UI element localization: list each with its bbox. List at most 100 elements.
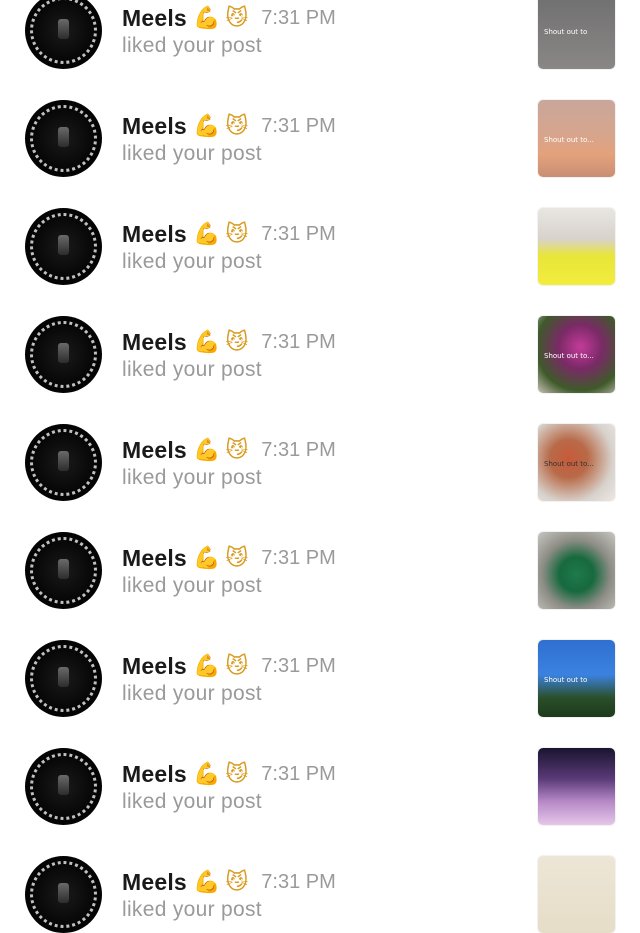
username[interactable]: Meels (122, 545, 187, 572)
notification-row[interactable]: Meels 💪 😼 7:31 PM liked your post Shout … (0, 0, 640, 69)
flexed-biceps-emoji: 💪 (192, 437, 221, 463)
notification-row[interactable]: Meels 💪 😼 7:31 PM liked your post (0, 710, 640, 825)
notification-text: Meels 💪 😼 7:31 PM liked your post (122, 434, 336, 490)
post-thumbnail[interactable]: Shout out to (538, 0, 615, 69)
username[interactable]: Meels (122, 437, 187, 464)
action-text: liked your post (122, 574, 262, 597)
notification-row[interactable]: Meels 💪 😼 7:31 PM liked your post Shout … (0, 278, 640, 393)
cat-emoji: 😼 (225, 437, 249, 463)
thumbnail-caption: Shout out to... (544, 352, 594, 360)
cat-emoji: 😼 (225, 869, 249, 895)
notification-text: Meels 💪 😼 7:31 PM liked your post (122, 758, 336, 814)
post-thumbnail[interactable] (538, 532, 615, 609)
notification-text: Meels 💪 😼 7:31 PM liked your post (122, 110, 336, 166)
flexed-biceps-emoji: 💪 (192, 869, 221, 895)
avatar[interactable] (25, 208, 102, 285)
flexed-biceps-emoji: 💪 (192, 5, 221, 31)
username[interactable]: Meels (122, 653, 187, 680)
post-thumbnail[interactable] (538, 856, 615, 933)
action-text: liked your post (122, 250, 262, 273)
cat-emoji: 😼 (225, 5, 249, 31)
thumbnail-caption: Shout out to... (544, 460, 594, 468)
notification-text: Meels 💪 😼 7:31 PM liked your post (122, 326, 336, 382)
notification-text: Meels 💪 😼 7:31 PM liked your post (122, 866, 336, 922)
notification-row[interactable]: Meels 💪 😼 7:31 PM liked your post (0, 818, 640, 933)
notification-row[interactable]: Meels 💪 😼 7:31 PM liked your post Shout … (0, 602, 640, 717)
notification-header: Meels 💪 😼 7:31 PM (122, 218, 336, 250)
flexed-biceps-emoji: 💪 (192, 221, 221, 247)
post-thumbnail[interactable]: Shout out to... (538, 316, 615, 393)
avatar-figure (58, 667, 69, 687)
avatar[interactable] (25, 640, 102, 717)
notification-header: Meels 💪 😼 7:31 PM (122, 650, 336, 682)
post-thumbnail[interactable]: Shout out to... (538, 100, 615, 177)
avatar[interactable] (25, 532, 102, 609)
avatar[interactable] (25, 0, 102, 69)
notification-header: Meels 💪 😼 7:31 PM (122, 542, 336, 574)
timestamp: 7:31 PM (261, 762, 336, 785)
notification-row[interactable]: Meels 💪 😼 7:31 PM liked your post Shout … (0, 386, 640, 501)
action-text: liked your post (122, 790, 262, 813)
cat-emoji: 😼 (225, 761, 249, 787)
avatar[interactable] (25, 748, 102, 825)
notification-header: Meels 💪 😼 7:31 PM (122, 866, 336, 898)
notification-text: Meels 💪 😼 7:31 PM liked your post (122, 650, 336, 706)
avatar-figure (58, 127, 69, 147)
action-text: liked your post (122, 898, 262, 921)
avatar[interactable] (25, 424, 102, 501)
timestamp: 7:31 PM (261, 330, 336, 353)
post-thumbnail[interactable] (538, 748, 615, 825)
username[interactable]: Meels (122, 5, 187, 32)
username[interactable]: Meels (122, 869, 187, 896)
flexed-biceps-emoji: 💪 (192, 653, 221, 679)
notification-text: Meels 💪 😼 7:31 PM liked your post (122, 542, 336, 598)
avatar-figure (58, 451, 69, 471)
avatar[interactable] (25, 856, 102, 933)
avatar-figure (58, 19, 69, 39)
notification-header: Meels 💪 😼 7:31 PM (122, 326, 336, 358)
avatar[interactable] (25, 100, 102, 177)
timestamp: 7:31 PM (261, 438, 336, 461)
avatar[interactable] (25, 316, 102, 393)
cat-emoji: 😼 (225, 221, 249, 247)
flexed-biceps-emoji: 💪 (192, 545, 221, 571)
flexed-biceps-emoji: 💪 (192, 761, 221, 787)
notification-text: Meels 💪 😼 7:31 PM liked your post (122, 218, 336, 274)
action-text: liked your post (122, 682, 262, 705)
username[interactable]: Meels (122, 329, 187, 356)
notification-row[interactable]: Meels 💪 😼 7:31 PM liked your post (0, 170, 640, 285)
post-thumbnail[interactable]: Shout out to... (538, 424, 615, 501)
post-thumbnail[interactable]: Shout out to (538, 640, 615, 717)
action-text: liked your post (122, 466, 262, 489)
avatar-figure (58, 775, 69, 795)
username[interactable]: Meels (122, 113, 187, 140)
timestamp: 7:31 PM (261, 114, 336, 137)
timestamp: 7:31 PM (261, 870, 336, 893)
cat-emoji: 😼 (225, 545, 249, 571)
thumbnail-caption: Shout out to (544, 676, 588, 684)
timestamp: 7:31 PM (261, 6, 336, 29)
cat-emoji: 😼 (225, 653, 249, 679)
notification-header: Meels 💪 😼 7:31 PM (122, 110, 336, 142)
timestamp: 7:31 PM (261, 654, 336, 677)
timestamp: 7:31 PM (261, 546, 336, 569)
avatar-figure (58, 343, 69, 363)
avatar-figure (58, 883, 69, 903)
notifications-list: Meels 💪 😼 7:31 PM liked your post Shout … (0, 0, 640, 933)
username[interactable]: Meels (122, 761, 187, 788)
timestamp: 7:31 PM (261, 222, 336, 245)
post-thumbnail[interactable] (538, 208, 615, 285)
notification-header: Meels 💪 😼 7:31 PM (122, 434, 336, 466)
cat-emoji: 😼 (225, 113, 249, 139)
avatar-figure (58, 559, 69, 579)
notification-row[interactable]: Meels 💪 😼 7:31 PM liked your post (0, 494, 640, 609)
thumbnail-caption: Shout out to (544, 28, 588, 36)
username[interactable]: Meels (122, 221, 187, 248)
notification-row[interactable]: Meels 💪 😼 7:31 PM liked your post Shout … (0, 62, 640, 177)
thumbnail-caption: Shout out to... (544, 136, 594, 144)
notification-header: Meels 💪 😼 7:31 PM (122, 2, 336, 34)
action-text: liked your post (122, 142, 262, 165)
notification-header: Meels 💪 😼 7:31 PM (122, 758, 336, 790)
flexed-biceps-emoji: 💪 (192, 329, 221, 355)
action-text: liked your post (122, 358, 262, 381)
